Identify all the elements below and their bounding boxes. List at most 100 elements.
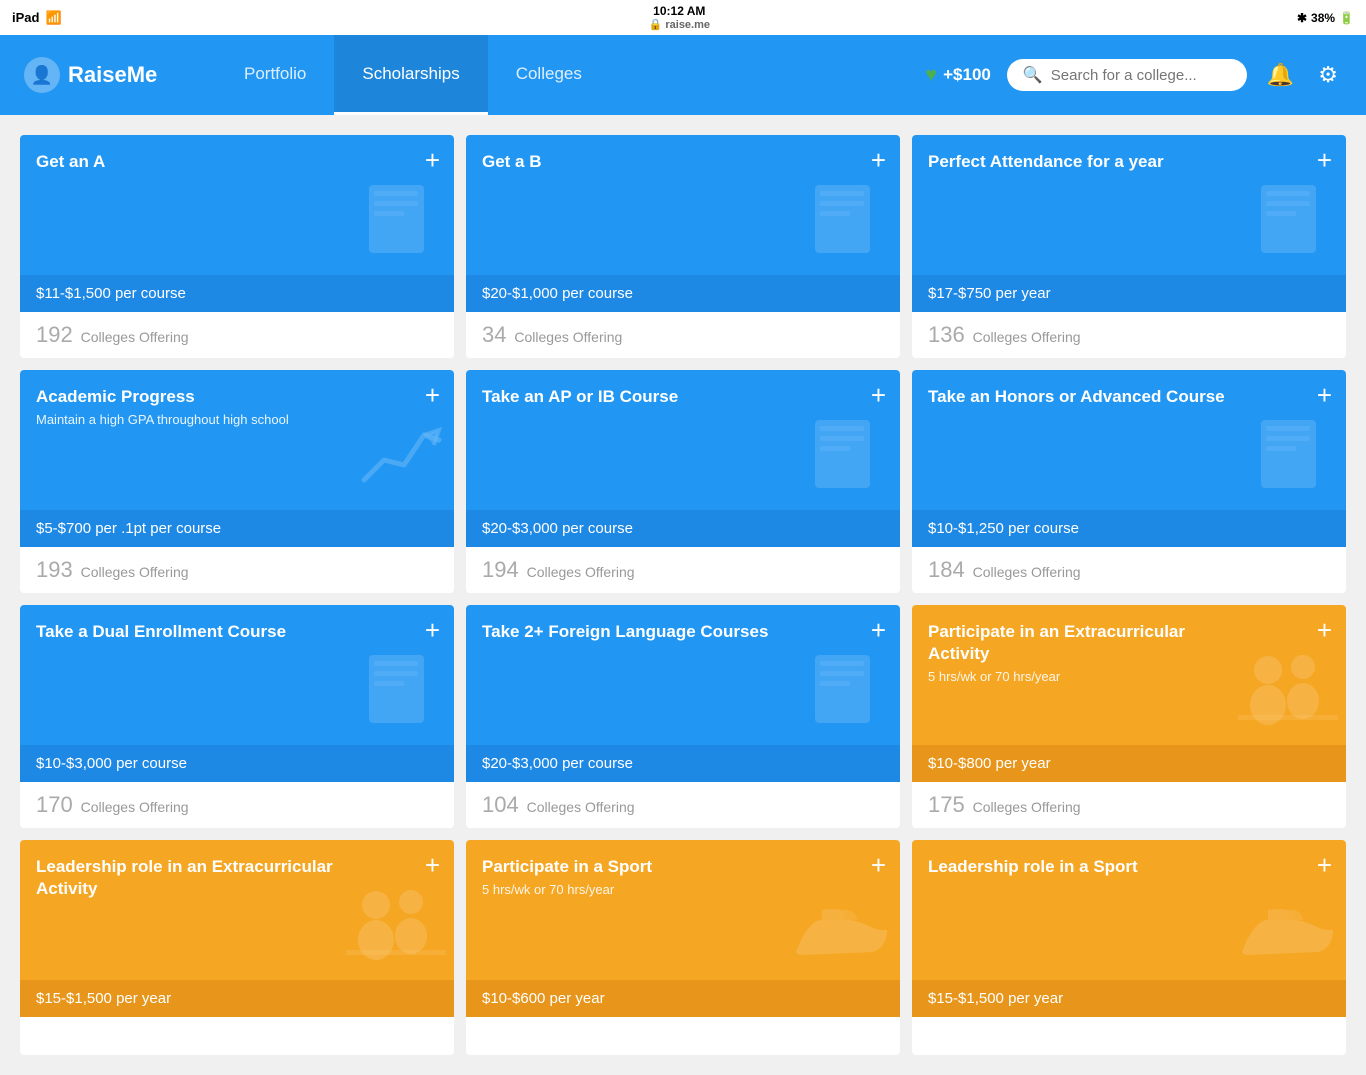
colleges-label: Colleges Offering [973,564,1081,580]
scholarship-card-dual-enrollment: Take a Dual Enrollment Course + $10-$3,0… [20,605,454,828]
brand[interactable]: 👤 RaiseMe [24,57,184,93]
bluetooth-icon: ✱ [1297,11,1307,25]
card-title: Leadership role in a Sport [928,856,1250,878]
add-button[interactable]: + [871,852,886,878]
card-price: $10-$800 per year [912,745,1346,782]
card-title: Participate in a Sport [482,856,804,878]
colleges-row: 104 Colleges Offering [466,782,900,828]
settings-icon[interactable]: ⚙ [1314,58,1342,92]
add-button[interactable]: + [425,382,440,408]
card-title: Participate in an Extracurricular Activi… [928,621,1250,665]
heart-icon: ♥ [925,64,937,87]
card-top: Academic Progress Maintain a high GPA th… [20,370,454,510]
scholarship-card-get-an-a: Get an A + $11-$1,500 per course 192 Col… [20,135,454,358]
scholarship-card-get-a-b: Get a B + $20-$1,000 per course 34 Colle… [466,135,900,358]
brand-name: RaiseMe [68,62,157,88]
card-price: $15-$1,500 per year [912,980,1346,1017]
add-button[interactable]: + [425,852,440,878]
colleges-count: 192 [36,322,73,347]
card-title: Leadership role in an Extracurricular Ac… [36,856,358,900]
notification-icon[interactable]: 🔔 [1263,58,1298,92]
card-price: $15-$1,500 per year [20,980,454,1017]
card-top: Get a B + [466,135,900,275]
card-price: $10-$1,250 per course [912,510,1346,547]
colleges-count: 194 [482,557,519,582]
scholarship-card-honors-advanced: Take an Honors or Advanced Course + $10-… [912,370,1346,593]
scholarship-card-perfect-attendance: Perfect Attendance for a year + $17-$750… [912,135,1346,358]
card-price: $5-$700 per .1pt per course [20,510,454,547]
card-price: $20-$3,000 per course [466,510,900,547]
nav-colleges[interactable]: Colleges [488,35,610,115]
add-button[interactable]: + [871,617,886,643]
colleges-count: 170 [36,792,73,817]
add-button[interactable]: + [1317,382,1332,408]
card-title: Get an A [36,151,358,173]
nav-scholarships[interactable]: Scholarships [334,35,487,115]
colleges-label: Colleges Offering [973,329,1081,345]
search-bar[interactable]: 🔍 [1007,59,1247,91]
card-top: Take 2+ Foreign Language Courses + [466,605,900,745]
nav-right: ♥ +$100 🔍 🔔 ⚙ [925,58,1342,92]
colleges-row: 193 Colleges Offering [20,547,454,593]
book-watermark-icon [800,645,890,740]
add-button[interactable]: + [1317,617,1332,643]
status-bar: iPad 📶 10:12 AM 🔒 raise.me ✱ 38% 🔋 [0,0,1366,35]
add-button[interactable]: + [425,147,440,173]
nav-links: Portfolio Scholarships Colleges [216,35,893,115]
nav-portfolio[interactable]: Portfolio [216,35,334,115]
card-subtitle: 5 hrs/wk or 70 hrs/year [482,882,784,897]
colleges-label: Colleges Offering [973,799,1081,815]
colleges-label: Colleges Offering [527,564,635,580]
scholarship-card-academic-progress: Academic Progress Maintain a high GPA th… [20,370,454,593]
add-button[interactable]: + [425,617,440,643]
card-top: Take an Honors or Advanced Course + [912,370,1346,510]
device-label: iPad [12,10,39,25]
colleges-count: 184 [928,557,965,582]
colleges-row: 175 Colleges Offering [912,782,1346,828]
colleges-count: 175 [928,792,965,817]
book-watermark-icon [800,175,890,270]
card-top: Take a Dual Enrollment Course + [20,605,454,745]
colleges-row [466,1017,900,1055]
card-title: Take an Honors or Advanced Course [928,386,1250,408]
colleges-label: Colleges Offering [81,564,189,580]
card-title: Perfect Attendance for a year [928,151,1250,173]
book-watermark-icon [354,645,444,740]
card-top: Participate in a Sport 5 hrs/wk or 70 hr… [466,840,900,980]
colleges-count: 34 [482,322,506,347]
scholarship-card-ap-or-ib: Take an AP or IB Course + $20-$3,000 per… [466,370,900,593]
wifi-icon: 📶 [45,10,61,26]
card-top: Get an A + [20,135,454,275]
colleges-label: Colleges Offering [81,799,189,815]
search-input[interactable] [1051,67,1231,84]
card-title: Academic Progress [36,386,358,408]
card-title: Take an AP or IB Course [482,386,804,408]
colleges-row: 136 Colleges Offering [912,312,1346,358]
card-price: $11-$1,500 per course [20,275,454,312]
scholarship-card-leadership-extracurricular: Leadership role in an Extracurricular Ac… [20,840,454,1055]
chart-watermark-icon [354,415,444,500]
scholarship-card-participate-sport: Participate in a Sport 5 hrs/wk or 70 hr… [466,840,900,1055]
add-button[interactable]: + [871,382,886,408]
card-top: Take an AP or IB Course + [466,370,900,510]
colleges-row: 194 Colleges Offering [466,547,900,593]
card-price: $10-$3,000 per course [20,745,454,782]
add-button[interactable]: + [1317,852,1332,878]
card-top: Perfect Attendance for a year + [912,135,1346,275]
search-icon: 🔍 [1023,65,1043,85]
add-button[interactable]: + [1317,147,1332,173]
colleges-row [20,1017,454,1055]
cards-grid: Get an A + $11-$1,500 per course 192 Col… [20,135,1346,1055]
card-subtitle: 5 hrs/wk or 70 hrs/year [928,669,1230,684]
book-watermark-icon [1246,410,1336,505]
card-price: $20-$1,000 per course [466,275,900,312]
main-content: Get an A + $11-$1,500 per course 192 Col… [0,115,1366,1075]
status-center: 10:12 AM 🔒 raise.me [649,4,710,31]
card-top: Leadership role in an Extracurricular Ac… [20,840,454,980]
add-button[interactable]: + [871,147,886,173]
points-badge: ♥ +$100 [925,64,991,87]
colleges-row: 192 Colleges Offering [20,312,454,358]
colleges-row: 34 Colleges Offering [466,312,900,358]
people-watermark-icon [346,880,446,975]
battery-icon: 🔋 [1339,11,1354,25]
